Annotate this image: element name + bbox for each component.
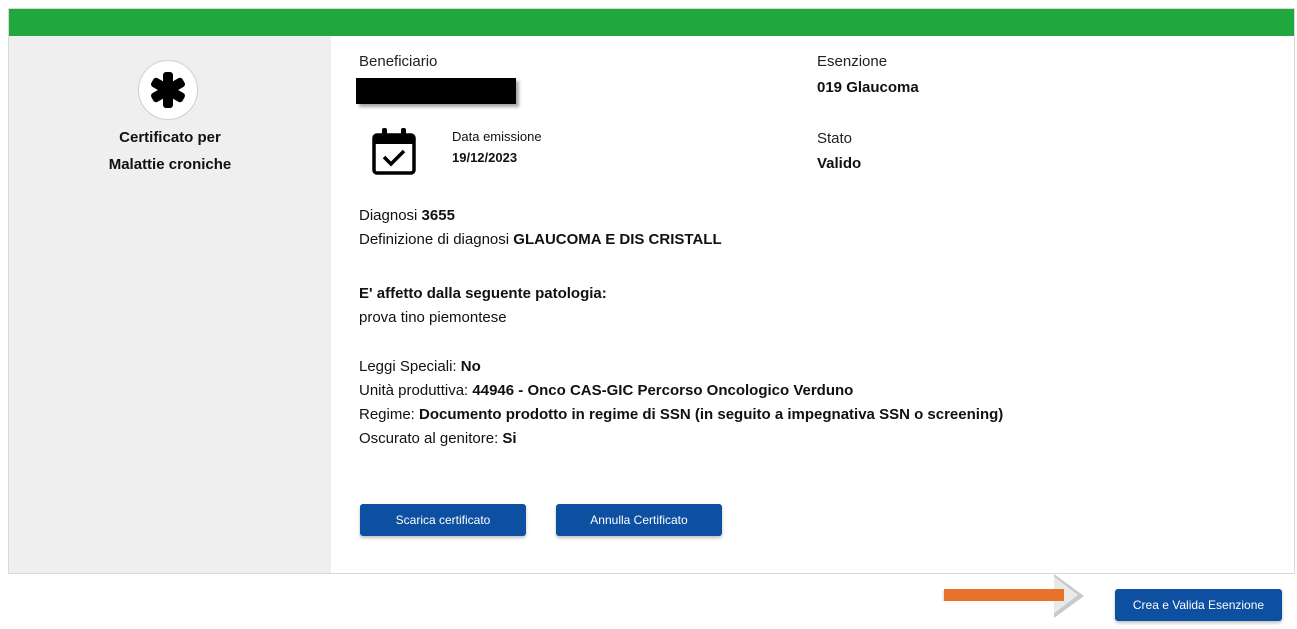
- data-emissione-label: Data emissione: [452, 129, 542, 144]
- leggi-speciali-label: Leggi Speciali:: [359, 358, 457, 375]
- scarica-certificato-button[interactable]: Scarica certificato: [360, 504, 526, 536]
- unita-produttiva-label: Unità produttiva:: [359, 382, 469, 399]
- stato-value: Valido: [817, 155, 862, 172]
- leggi-speciali-value: No: [460, 358, 481, 375]
- annulla-certificato-button[interactable]: Annulla Certificato: [556, 504, 722, 536]
- definizione-row: Definizione di diagnosi GLAUCOMA E DIS C…: [359, 228, 722, 252]
- calendar-check-icon: [371, 126, 417, 176]
- regime-row: Regime: Documento prodotto in regime di …: [359, 403, 1003, 427]
- leggi-speciali-row: Leggi Speciali: No: [359, 355, 481, 379]
- diagnosi-label: Diagnosi: [359, 207, 418, 224]
- regime-label: Regime:: [359, 406, 415, 423]
- certificate-details: Beneficiario Esenzione 019 Glaucoma Data…: [331, 36, 1294, 573]
- asterisk-icon: [138, 60, 198, 120]
- header-bar: [9, 9, 1294, 36]
- certificate-card: Certificato per Malattie croniche Benefi…: [8, 8, 1295, 574]
- diagnosi-row: Diagnosi 3655: [359, 204, 455, 228]
- certificate-type-line1: Certificato per: [119, 129, 221, 146]
- diagnosi-value: 3655: [421, 207, 455, 224]
- data-emissione-value: 19/12/2023: [452, 150, 518, 165]
- unita-produttiva-row: Unità produttiva: 44946 - Onco CAS-GIC P…: [359, 379, 853, 403]
- definizione-label: Definizione di diagnosi: [359, 231, 510, 248]
- beneficiario-label: Beneficiario: [359, 53, 438, 70]
- oscurato-label: Oscurato al genitore:: [359, 430, 499, 447]
- patologia-text: prova tino piemontese: [359, 309, 507, 326]
- unita-produttiva-value: 44946 - Onco CAS-GIC Percorso Oncologico…: [472, 382, 854, 399]
- patologia-heading: E' affetto dalla seguente patologia:: [359, 285, 607, 302]
- definizione-value: GLAUCOMA E DIS CRISTALL: [513, 231, 722, 248]
- oscurato-value: Si: [502, 430, 517, 447]
- esenzione-label: Esenzione: [817, 53, 888, 70]
- arrow-icon: [938, 574, 1084, 624]
- oscurato-row: Oscurato al genitore: Si: [359, 427, 517, 451]
- certificate-type-title: Certificato per Malattie croniche: [9, 124, 331, 178]
- regime-value: Documento prodotto in regime di SSN (in …: [419, 406, 1004, 423]
- crea-valida-esenzione-button[interactable]: Crea e Valida Esenzione: [1115, 589, 1282, 621]
- esenzione-value: 019 Glaucoma: [817, 79, 919, 96]
- certificate-type-line2: Malattie croniche: [108, 156, 232, 173]
- stato-label: Stato: [817, 130, 853, 147]
- beneficiario-redacted-value: [356, 78, 516, 104]
- sidebar: Certificato per Malattie croniche: [9, 36, 331, 573]
